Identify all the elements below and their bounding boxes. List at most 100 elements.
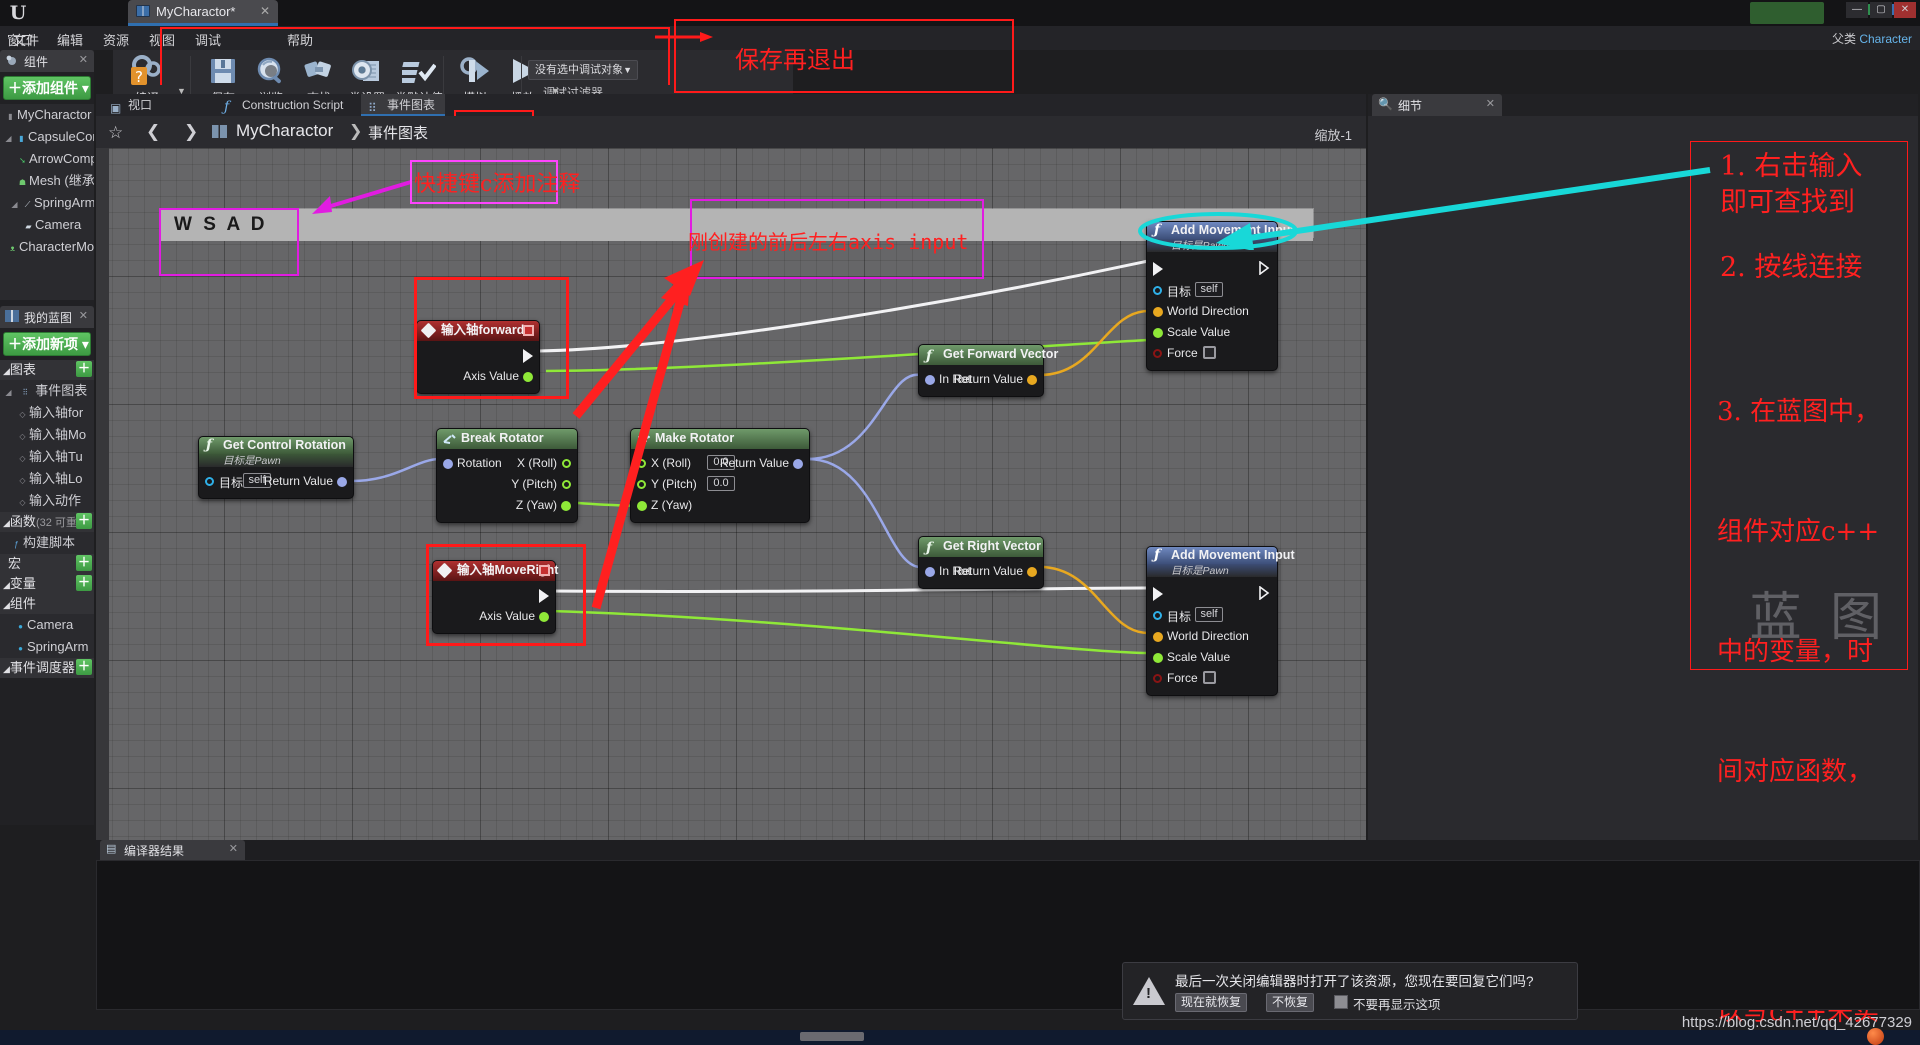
node-pin-row-force[interactable]: Force <box>1147 343 1277 364</box>
node-get-right-vector[interactable]: ƒ Get Right Vector In Rot Return Value <box>918 536 1044 589</box>
restore-assets-toast[interactable]: ! 最后一次关闭编辑器时打开了该资源，您现在要回复它们吗? 现在就恢复 不恢复 … <box>1122 962 1578 1020</box>
force-checkbox[interactable] <box>1203 671 1216 684</box>
breadcrumb-root[interactable]: MyCharactor <box>236 121 333 141</box>
graph-item-axis-forward[interactable]: ◇ 输入轴for <box>0 402 94 424</box>
node-pin-row-exec[interactable] <box>433 585 555 606</box>
component-item-camera[interactable]: ▰ Camera <box>0 214 94 236</box>
add-macro-button[interactable]: ＋ <box>76 555 92 571</box>
object-input-pin[interactable] <box>1153 286 1162 295</box>
graph-item-axis-turn[interactable]: ◇ 输入轴Tu <box>0 446 94 468</box>
node-pin-row-target[interactable]: 目标 self Return Value <box>199 471 353 492</box>
maximize-button[interactable]: ▢ <box>1870 2 1892 18</box>
node-get-control-rotation[interactable]: ƒ Get Control Rotation 目标是Pawn 目标 self R… <box>198 436 354 499</box>
myblueprint-panel-tab[interactable]: 我的蓝图 ✕ <box>0 306 94 328</box>
add-variable-button[interactable]: ＋ <box>76 575 92 591</box>
expander-icon[interactable]: ◢ <box>2 382 15 402</box>
rotator-input-pin[interactable] <box>443 459 453 469</box>
component-item-capsule[interactable]: ◢ ▮ CapsuleComp <box>0 126 94 148</box>
node-pin-row-target[interactable]: 目标 self <box>1147 605 1277 626</box>
object-input-pin[interactable] <box>1153 611 1162 620</box>
section-event-dispatchers[interactable]: ◢事件调度器 ＋ <box>0 658 94 678</box>
add-graph-button[interactable]: ＋ <box>76 361 92 377</box>
tab-event-graph[interactable]: ⠿ 事件图表 <box>361 94 446 116</box>
add-dispatcher-button[interactable]: ＋ <box>76 659 92 675</box>
window-controls[interactable]: — ▢ ✕ <box>1846 2 1916 18</box>
expander-icon[interactable]: ◢ <box>2 128 15 148</box>
debug-object-select[interactable]: 没有选中调试对象 ▼ <box>528 60 638 80</box>
node-pin-row-scale-value[interactable]: Scale Value <box>1147 647 1277 668</box>
menu-item-window[interactable]: 窗口 <box>0 29 40 50</box>
bool-input-pin[interactable] <box>1153 674 1162 683</box>
taskbar-orb-icon[interactable] <box>1867 1028 1884 1045</box>
target-self-value[interactable]: self <box>1195 282 1223 297</box>
node-pin-row-exec[interactable] <box>1147 581 1277 605</box>
close-icon[interactable]: ✕ <box>79 53 88 66</box>
float-output-pin[interactable] <box>523 372 533 382</box>
expander-icon[interactable]: ◢ <box>8 194 21 214</box>
menu-item-view[interactable]: 视图 <box>142 29 182 50</box>
float-input-pin[interactable] <box>1153 328 1163 338</box>
node-add-movement-input-2[interactable]: ƒ Add Movement Input 目标是Pawn 目标 self Wor… <box>1146 546 1295 696</box>
component-item-charmove[interactable]: ᴥ CharacterMov <box>0 236 94 258</box>
node-pin-row-rotation[interactable]: Rotation X (Roll) <box>437 453 577 474</box>
bool-input-pin[interactable] <box>1153 349 1162 358</box>
variable-item-springarm[interactable]: ● SpringArm <box>0 636 94 658</box>
tab-construction-script[interactable]: ƒ Construction Script <box>216 94 353 116</box>
float-input-pin[interactable] <box>1153 653 1163 663</box>
component-item-arrow[interactable]: ➘ ArrowComp <box>0 148 94 170</box>
node-pin-row-world-direction[interactable]: World Direction <box>1147 626 1277 647</box>
tab-viewport[interactable]: ▣ 视口 <box>102 94 162 116</box>
rotator-output-pin[interactable] <box>337 477 347 487</box>
rotator-input-pin[interactable] <box>925 375 935 385</box>
node-pin-row-yaw[interactable]: Z (Yaw) <box>437 495 577 516</box>
section-macros[interactable]: 宏 ＋ <box>0 554 94 574</box>
node-get-forward-vector[interactable]: ƒ Get Forward Vector In Rot Return Value <box>918 344 1058 397</box>
variable-item-camera[interactable]: ● Camera <box>0 614 94 636</box>
favorite-star-icon[interactable]: ☆ <box>108 123 123 143</box>
graph-item-action[interactable]: ◇ 输入动作 <box>0 490 94 512</box>
rotator-output-pin[interactable] <box>793 459 803 469</box>
target-self-value[interactable]: self <box>1195 607 1223 622</box>
component-item-springarm[interactable]: ◢ ⟋ SpringArm <box>0 192 94 214</box>
node-pin-row-world-direction[interactable]: World Direction <box>1147 301 1277 322</box>
vector-input-pin[interactable] <box>1153 307 1163 317</box>
dont-restore-button[interactable]: 不恢复 <box>1266 993 1315 1012</box>
section-components[interactable]: ◢组件 <box>0 594 94 614</box>
force-checkbox[interactable] <box>1203 346 1216 359</box>
menu-item-edit[interactable]: 编辑 <box>50 29 90 50</box>
close-window-button[interactable]: ✕ <box>1894 2 1916 18</box>
node-pin-row-inrot[interactable]: In Rot Return Value <box>919 561 1043 582</box>
components-panel-tab[interactable]: 组件 ✕ <box>0 50 94 72</box>
close-icon[interactable]: ✕ <box>79 309 88 322</box>
dont-show-again-checkbox[interactable] <box>1334 995 1348 1009</box>
restore-now-button[interactable]: 现在就恢复 <box>1175 993 1248 1012</box>
parent-class-value[interactable]: Character <box>1859 32 1912 46</box>
exec-output-pin[interactable] <box>1259 260 1270 278</box>
graph-item-axis-lookup[interactable]: ◇ 输入轴Lo <box>0 468 94 490</box>
close-icon[interactable]: ✕ <box>1486 97 1495 110</box>
component-item-mesh[interactable]: ☗ Mesh (继承 <box>0 170 94 192</box>
node-pin-row-force[interactable]: Force <box>1147 668 1277 689</box>
exec-output-pin[interactable] <box>1259 585 1270 603</box>
section-variables[interactable]: ◢变量 ＋ <box>0 574 94 594</box>
float-output-pin[interactable] <box>539 612 549 622</box>
close-icon[interactable]: ✕ <box>229 842 238 855</box>
section-functions[interactable]: ◢函数(32 可重载 ＋ <box>0 512 94 532</box>
node-pin-row-axis-value[interactable]: Axis Value <box>433 606 555 627</box>
node-pin-row-exec[interactable] <box>1147 256 1277 280</box>
close-icon[interactable]: ✕ <box>260 4 270 18</box>
exec-input-pin[interactable] <box>1153 262 1163 276</box>
section-graphs[interactable]: ◢图表 ＋ <box>0 360 94 380</box>
details-panel-tab[interactable]: 🔍 细节 ✕ <box>1372 94 1502 116</box>
node-pin-row-scale-value[interactable]: Scale Value <box>1147 322 1277 343</box>
compile-results-body[interactable] <box>96 860 1920 1010</box>
node-pin-row-target[interactable]: 目标 self <box>1147 280 1277 301</box>
node-pin-row-axis-value[interactable]: Axis Value <box>417 366 539 387</box>
blueprint-graph-canvas[interactable]: W S A D 输入轴forward Axis Value 输入轴MoveRig… <box>96 148 1366 840</box>
node-pin-row-exec[interactable] <box>417 345 539 366</box>
node-pin-row-inrot[interactable]: In Rot Return Value <box>919 369 1043 390</box>
exec-output-pin[interactable] <box>539 589 549 603</box>
object-input-pin[interactable] <box>205 477 214 486</box>
taskbar-scroll-thumb[interactable] <box>800 1032 864 1041</box>
menu-item-assets[interactable]: 资源 <box>96 29 136 50</box>
